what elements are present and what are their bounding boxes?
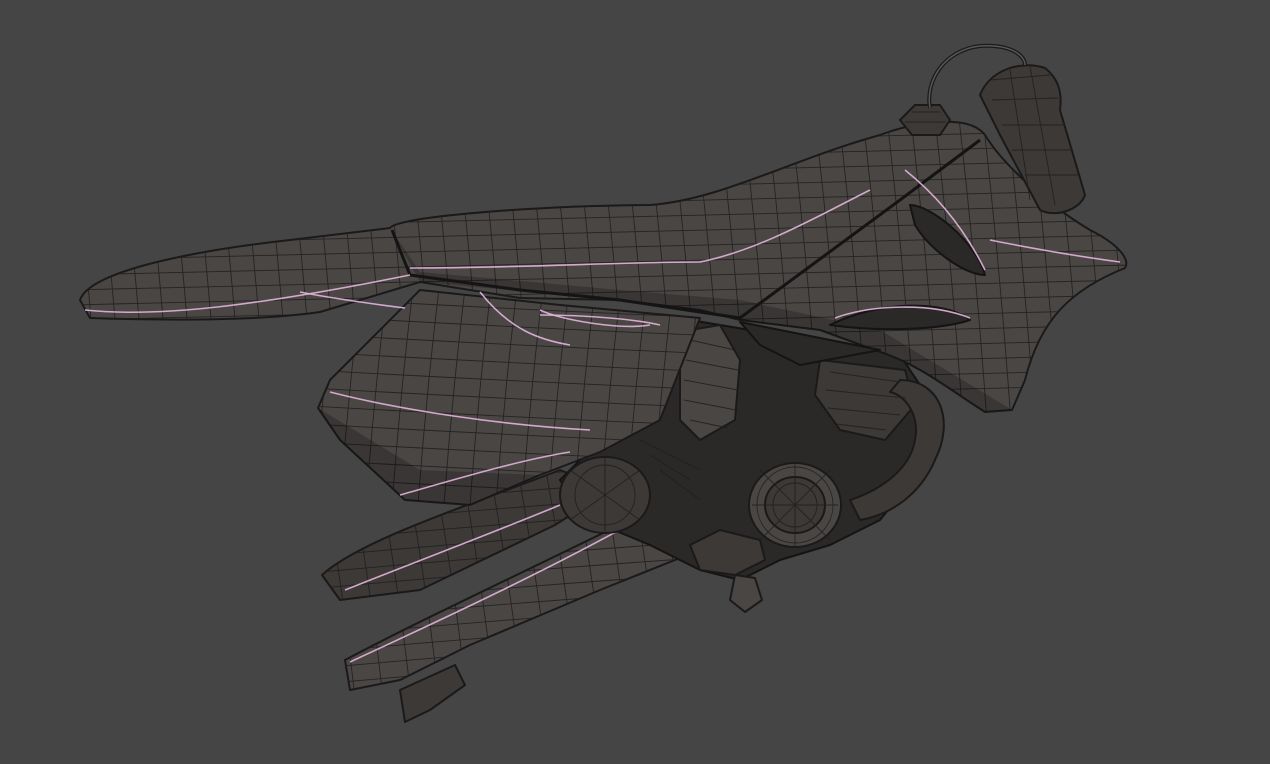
mesh-edge bbox=[80, 121, 1127, 126]
wireframe-model[interactable] bbox=[0, 0, 1270, 764]
mesh-edge bbox=[70, 85, 1140, 110]
3d-viewport[interactable] bbox=[0, 0, 1270, 764]
mesh-edge bbox=[93, 121, 124, 412]
mesh-edge bbox=[80, 121, 100, 412]
mesh-edge bbox=[1125, 121, 1127, 412]
